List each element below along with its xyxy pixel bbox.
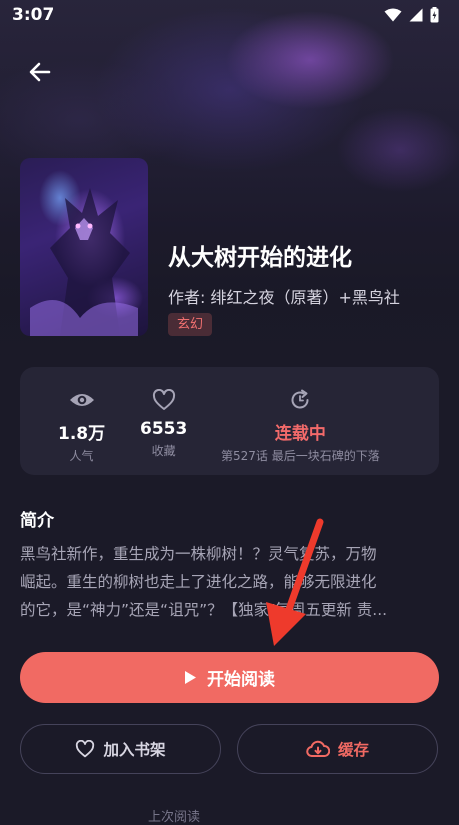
status-time: 3:07 (12, 5, 55, 25)
eye-icon (69, 394, 94, 406)
status-bar: 3:07 (0, 0, 459, 32)
add-to-shelf-button[interactable]: 加入书架 (20, 724, 221, 774)
genre-tag[interactable]: 玄幻 (168, 313, 213, 336)
intro-text[interactable]: 黑鸟社新作，重生成为一株柳树！？灵气复苏，万物 崛起。重生的柳树也走上了进化之路… (20, 540, 439, 624)
views-label: 人气 (69, 449, 94, 463)
cover-art (30, 188, 138, 336)
battery-icon (430, 7, 439, 23)
cache-button[interactable]: 缓存 (237, 724, 438, 774)
wifi-icon (384, 8, 402, 22)
favorites-value: 6553 (140, 419, 188, 439)
book-cover-image (20, 158, 148, 336)
stat-status: 连载中 第527话 最后一块石碑的下落 (221, 387, 380, 464)
refresh-icon (291, 389, 309, 409)
start-reading-button[interactable]: 开始阅读 (20, 652, 439, 703)
signal-icon (409, 8, 423, 22)
book-author: 作者: 绯红之夜（原著）+黑鸟社 (168, 288, 400, 307)
play-icon (185, 671, 196, 684)
start-reading-label: 开始阅读 (207, 670, 275, 690)
heart-icon (152, 389, 175, 410)
back-arrow-icon (29, 62, 51, 82)
status-value: 连载中 (274, 424, 326, 444)
stats-card: 1.8万 人气 6553 收藏 连载中 第527话 最后一块石碑的下落 (20, 367, 439, 475)
stat-views: 1.8万 人气 (58, 387, 105, 464)
intro-heading: 简介 (20, 511, 54, 531)
intro-line: 崛起。重生的柳树也走上了进化之路，能够无限进化 (20, 573, 377, 591)
stat-favorites: 6553 收藏 (140, 387, 187, 459)
intro-line: 的它，是“神力”还是“诅咒”？【独家/每周五更新 责... (20, 601, 388, 619)
heart-icon (76, 740, 95, 758)
back-button[interactable] (24, 56, 56, 88)
favorites-label: 收藏 (151, 444, 176, 458)
cache-label: 缓存 (337, 741, 369, 759)
status-icons (384, 7, 439, 23)
add-to-shelf-label: 加入书架 (103, 741, 166, 759)
latest-chapter[interactable]: 第527话 最后一块石碑的下落 (221, 447, 380, 464)
views-value: 1.8万 (58, 424, 106, 444)
intro-line: 黑鸟社新作，重生成为一株柳树！？灵气复苏，万物 (20, 545, 377, 563)
book-title: 从大树开始的进化 (168, 245, 352, 271)
cloud-download-icon (306, 740, 330, 757)
